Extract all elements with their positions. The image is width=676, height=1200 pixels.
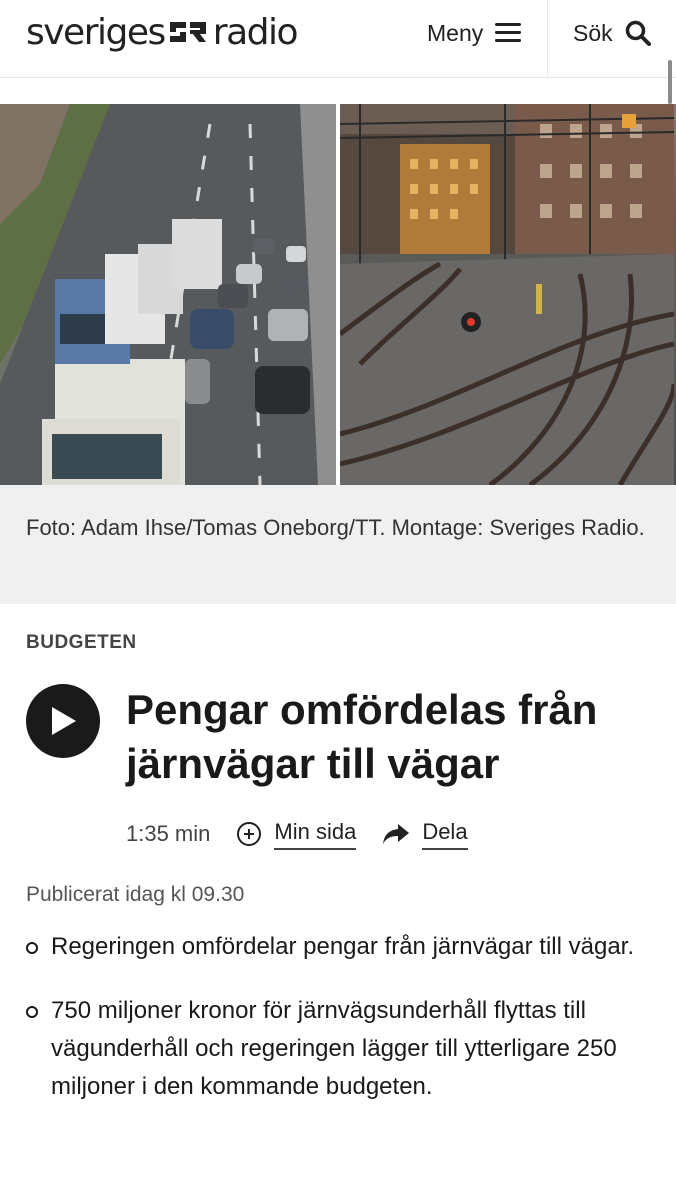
add-to-my-page-button[interactable]: Min sida (236, 819, 357, 850)
play-icon (52, 707, 76, 735)
sr-logo-icon (169, 22, 206, 42)
scrollbar-thumb[interactable] (668, 60, 672, 104)
railway-photo (340, 104, 676, 485)
menu-label: Meny (427, 19, 484, 46)
search-icon (625, 20, 651, 46)
published-timestamp: Publicerat idag kl 09.30 (26, 883, 245, 906)
article-summary-list: Regeringen omfördelar pengar från järnvä… (26, 928, 646, 1132)
menu-button[interactable]: Meny (427, 14, 522, 52)
header-divider (547, 0, 548, 78)
plus-circle-icon (237, 822, 262, 846)
bullet-text: Regeringen omfördelar pengar från järnvä… (51, 933, 634, 960)
play-button[interactable] (26, 684, 100, 758)
bullet-circle-icon (26, 942, 38, 954)
my-page-label: Min sida (274, 819, 357, 850)
share-arrow-icon (383, 824, 410, 844)
highway-illustration (0, 104, 336, 485)
logo-text-radio: radio (212, 11, 299, 53)
share-button[interactable]: Dela (382, 819, 468, 850)
search-button[interactable]: Sök (573, 14, 651, 52)
bullet-circle-icon (26, 1006, 38, 1018)
article-title: Pengar omfördelas från järnvägar till vä… (126, 686, 598, 787)
bullet-text: 750 miljoner kronor för järnvägsunderhål… (51, 997, 617, 1100)
share-label: Dela (422, 819, 468, 850)
article-image (0, 104, 676, 485)
hamburger-icon (495, 23, 522, 43)
article-meta: 1:35 min Min sida Dela (126, 815, 494, 853)
image-caption: Foto: Adam Ihse/Tomas Oneborg/TT. Montag… (0, 485, 676, 604)
search-label: Sök (573, 19, 613, 46)
logo-text-sveriges: sveriges (26, 11, 166, 53)
list-item: 750 miljoner kronor för järnvägsunderhål… (26, 992, 646, 1106)
list-item: Regeringen omfördelar pengar från järnvä… (26, 928, 646, 966)
railway-illustration (340, 104, 676, 485)
audio-duration: 1:35 min (126, 821, 211, 846)
site-header: sveriges radio Meny Sök (0, 0, 676, 78)
sveriges-radio-logo[interactable]: sveriges radio (26, 10, 299, 54)
article-category[interactable]: BUDGETEN (26, 632, 137, 654)
highway-photo (0, 104, 336, 485)
